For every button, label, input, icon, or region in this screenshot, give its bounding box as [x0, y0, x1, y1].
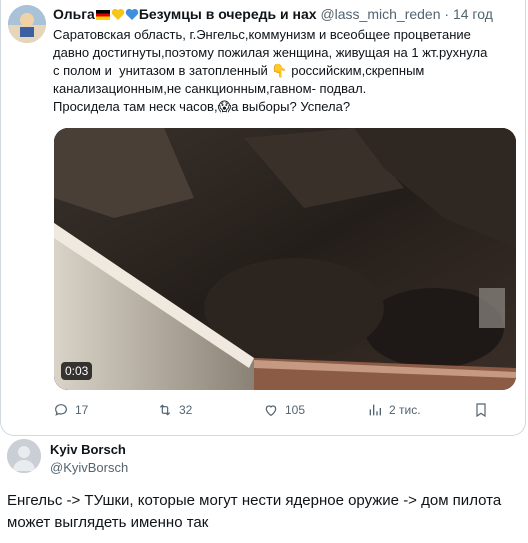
quoted-tweet-time[interactable]: 14 год: [453, 6, 493, 22]
bookmark-button[interactable]: [473, 402, 489, 418]
yellow-heart-icon: [111, 8, 125, 20]
reply-author-handle[interactable]: @KyivBorsch: [50, 460, 128, 475]
reply-text: Енгельс -> ТУшки, которые могут нести яд…: [7, 492, 502, 531]
quoted-tweet-header: Ольга Безумцы в очередь и нах @lass_mich_…: [53, 6, 493, 22]
like-icon: [265, 405, 277, 417]
video-frame: [54, 128, 516, 390]
like-button[interactable]: 105: [263, 402, 305, 418]
reply-button[interactable]: 17: [53, 402, 88, 418]
retweet-button[interactable]: 32: [157, 402, 192, 418]
views-button[interactable]: 2 тис.: [367, 402, 421, 418]
quoted-author-name[interactable]: Ольга Безумцы в очередь и нах: [53, 6, 320, 22]
screaming-face-icon: 😱: [217, 99, 232, 114]
retweet-icon: [159, 404, 171, 416]
pointing-down-hand-icon: 👇: [271, 63, 288, 78]
quoted-author-handle[interactable]: @lass_mich_reden: [320, 6, 440, 22]
bookmark-icon: [476, 403, 486, 418]
quoted-author-avatar[interactable]: [8, 5, 46, 43]
quoted-tweet-text: Саратовская область, г.Энгельс,коммунизм…: [53, 27, 488, 114]
reply-icon: [55, 404, 67, 416]
video-thumbnail[interactable]: 0:03: [54, 128, 516, 390]
reply-author-avatar[interactable]: [7, 439, 41, 473]
views-icon: [369, 404, 381, 416]
flag-germany-icon: [95, 10, 110, 20]
reply-author-name[interactable]: Kyiv Borsch: [50, 442, 126, 457]
blue-heart-icon: [125, 8, 139, 20]
quoted-tweet[interactable]: Ольга Безумцы в очередь и нах @lass_mich_…: [0, 0, 526, 436]
action-bar: 17 32 105 2 тис.: [53, 402, 513, 420]
header-separator: ·: [444, 6, 450, 22]
video-duration: 0:03: [61, 362, 93, 380]
